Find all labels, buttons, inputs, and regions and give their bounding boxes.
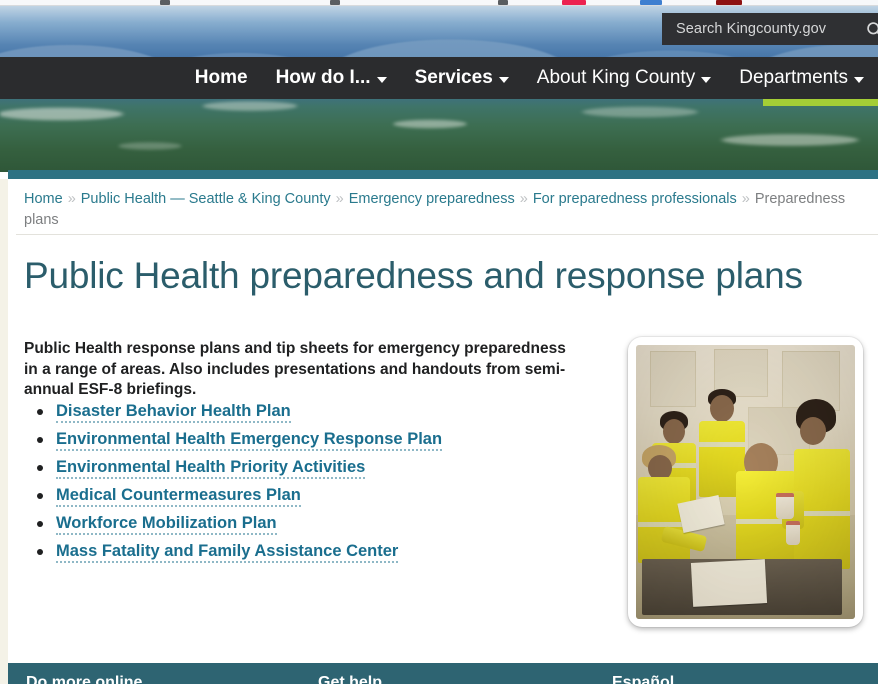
search-icon [866, 21, 878, 35]
page-intro-text: Public Health response plans and tip she… [24, 340, 566, 398]
bookmark-mark[interactable] [330, 0, 340, 5]
breadcrumb-separator: » [741, 191, 750, 207]
nav-active-indicator [763, 99, 878, 106]
breadcrumb-separator: » [519, 191, 528, 207]
footer-left-edge [0, 663, 8, 684]
page-root: Home How do I... Services About King Cou… [0, 0, 878, 684]
bookmark-mark[interactable] [562, 0, 586, 5]
plan-links-list: Disaster Behavior Health Plan Environmen… [24, 401, 584, 569]
list-item: Workforce Mobilization Plan [37, 513, 584, 535]
chevron-down-icon [498, 77, 509, 83]
plan-link-mass-fatality-family-assistance-center[interactable]: Mass Fatality and Family Assistance Cent… [56, 542, 399, 563]
feature-photo [636, 345, 855, 619]
list-item: Medical Countermeasures Plan [37, 485, 584, 507]
main-navigation: Home How do I... Services About King Cou… [0, 57, 878, 99]
nav-item-label: Services [414, 67, 493, 88]
chevron-down-icon [854, 77, 864, 83]
site-search[interactable] [662, 13, 878, 45]
nav-item-label: How do I... [275, 67, 371, 88]
nav-item-about-king-county[interactable]: About King County [523, 57, 725, 99]
plan-link-workforce-mobilization[interactable]: Workforce Mobilization Plan [56, 514, 277, 535]
list-item: Environmental Health Priority Activities [37, 457, 584, 479]
breadcrumb-separator: » [335, 191, 344, 207]
chevron-down-icon [376, 77, 387, 83]
breadcrumb-separator: » [67, 191, 76, 207]
site-footer: Do more online Get help Español [0, 663, 878, 684]
nav-item-services[interactable]: Services [401, 57, 523, 99]
footer-heading-espanol[interactable]: Español [612, 674, 674, 684]
breadcrumb-divider [16, 234, 878, 235]
bookmark-mark[interactable] [716, 0, 742, 5]
content-top-accent-bar [8, 170, 878, 179]
search-button[interactable] [863, 18, 878, 40]
breadcrumb: Home» Public Health — Seattle & King Coun… [24, 189, 870, 231]
breadcrumb-item-public-health[interactable]: Public Health — Seattle & King County [81, 191, 331, 207]
footer-heading-get-help[interactable]: Get help [318, 674, 382, 684]
list-item: Disaster Behavior Health Plan [37, 401, 584, 423]
chevron-down-icon [701, 77, 712, 83]
search-input[interactable] [676, 21, 863, 37]
feature-photo-frame [628, 337, 863, 627]
breadcrumb-item-home[interactable]: Home [24, 191, 63, 207]
page-title: Public Health preparedness and response … [24, 255, 803, 296]
plan-link-environmental-health-priority-activities[interactable]: Environmental Health Priority Activities [56, 458, 366, 479]
bookmark-mark[interactable] [498, 0, 508, 5]
bookmark-mark[interactable] [640, 0, 662, 5]
content-shell: Home» Public Health — Seattle & King Coun… [0, 179, 878, 663]
nav-item-departments[interactable]: Departments [725, 57, 878, 99]
breadcrumb-item-emergency-preparedness[interactable]: Emergency preparedness [349, 191, 515, 207]
nav-item-label: Home [194, 67, 248, 88]
nav-item-home[interactable]: Home [181, 57, 262, 99]
bookmark-mark[interactable] [160, 0, 170, 5]
breadcrumb-item-for-preparedness-professionals[interactable]: For preparedness professionals [533, 191, 737, 207]
plan-link-disaster-behavior-health[interactable]: Disaster Behavior Health Plan [56, 402, 291, 423]
list-item: Mass Fatality and Family Assistance Cent… [37, 541, 584, 563]
list-item: Environmental Health Emergency Response … [37, 429, 584, 451]
photo-sepia-tint [636, 345, 855, 619]
footer-heading-do-more-online[interactable]: Do more online [26, 674, 142, 684]
plan-link-medical-countermeasures[interactable]: Medical Countermeasures Plan [56, 486, 301, 507]
plan-link-environmental-health-emergency-response[interactable]: Environmental Health Emergency Response … [56, 430, 443, 451]
nav-item-label: Departments [739, 67, 848, 88]
nav-item-label: About King County [536, 67, 696, 88]
nav-item-how-do-i[interactable]: How do I... [262, 57, 401, 99]
content-area: Home» Public Health — Seattle & King Coun… [8, 179, 878, 663]
